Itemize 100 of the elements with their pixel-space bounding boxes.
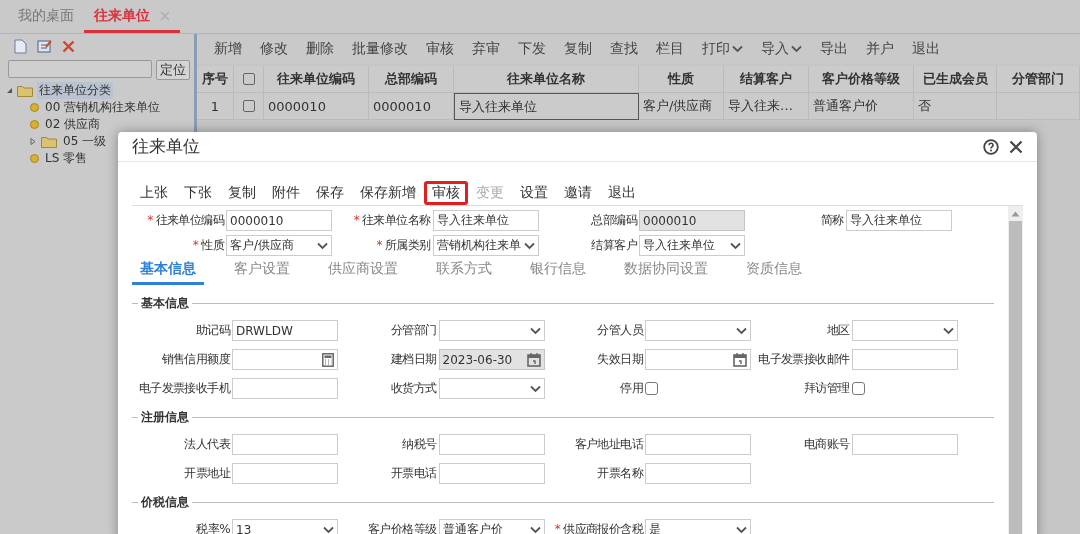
dropdown-field[interactable]: 导入往来单位 (639, 235, 745, 256)
toolbar-button[interactable]: 审核 (417, 40, 463, 58)
expanded-arrow-icon[interactable] (6, 87, 13, 94)
toolbar-button[interactable]: 栏目 (647, 40, 693, 58)
dropdown-field[interactable] (851, 320, 958, 341)
tab[interactable]: 资质信息 (738, 260, 810, 285)
toolbar-button[interactable]: 导出 (811, 40, 857, 58)
input-field[interactable] (232, 378, 338, 399)
tree-item[interactable]: 往来单位分类 (37, 82, 113, 99)
new-document-icon[interactable] (14, 38, 27, 54)
field-label: 往来单位名称 (362, 213, 431, 227)
chevron-down-icon (791, 45, 802, 53)
toolbar-button[interactable]: 保存新增 (352, 180, 424, 205)
date-field[interactable]: 2023-06-30 (438, 349, 545, 370)
edit-icon[interactable] (37, 39, 52, 53)
calendar-icon[interactable] (526, 352, 541, 367)
search-field[interactable] (8, 60, 152, 78)
field-label: 建档日期 (390, 352, 437, 366)
locate-button[interactable]: 定位 (156, 60, 190, 80)
tab[interactable]: 数据协同设置 (616, 260, 716, 285)
dropdown-field[interactable]: 普通客户价 (438, 519, 545, 534)
chevron-down-icon (529, 384, 541, 393)
dropdown-field[interactable]: 客户/供应商 (226, 235, 332, 256)
toolbar-button[interactable]: 弃审 (463, 40, 509, 58)
collapsed-arrow-icon[interactable] (30, 138, 37, 145)
chevron-down-icon (736, 326, 747, 335)
dropdown-field[interactable] (438, 378, 545, 399)
tab[interactable]: 银行信息 (522, 260, 594, 285)
input-field[interactable] (232, 463, 338, 484)
calendar-icon[interactable] (733, 352, 747, 367)
checkbox[interactable] (242, 73, 255, 85)
help-icon[interactable] (983, 138, 999, 155)
tree-item[interactable]: 00 营销机构往来单位 (43, 99, 163, 116)
input-field[interactable] (851, 349, 958, 370)
required-mark: * (376, 238, 382, 252)
dot-icon (30, 103, 39, 112)
input-field[interactable] (645, 463, 751, 484)
toolbar-button[interactable]: 下张 (176, 180, 220, 205)
close-icon[interactable] (1009, 139, 1023, 154)
toolbar-button[interactable]: 复制 (555, 40, 601, 58)
date-field[interactable] (645, 349, 751, 370)
input-field[interactable] (438, 434, 545, 455)
dropdown-field[interactable]: 营销机构往来单 (432, 235, 539, 256)
column-header: 分管部门 (997, 66, 1080, 93)
input-field[interactable]: 0000010 (639, 210, 745, 231)
column-header: 总部编码 (369, 66, 454, 93)
field-label: 开票电话 (390, 466, 437, 480)
checkbox[interactable] (645, 382, 658, 395)
number-field[interactable] (232, 349, 338, 370)
toolbar-button[interactable]: 批量修改 (343, 40, 417, 58)
toolbar-button[interactable]: 导入 (752, 40, 811, 58)
toolbar-button[interactable]: 退出 (903, 40, 949, 58)
chevron-down-icon (529, 525, 541, 534)
toolbar-button[interactable]: 邀请 (556, 180, 600, 205)
toolbar-button[interactable]: 打印 (693, 40, 752, 58)
toolbar-button[interactable]: 附件 (264, 180, 308, 205)
checkbox[interactable] (851, 382, 865, 395)
field-label: 结算客户 (591, 238, 637, 252)
dropdown-field[interactable]: 13 (232, 519, 338, 534)
input-field[interactable]: 导入往来单位 (432, 210, 539, 231)
toolbar-button[interactable]: 退出 (600, 180, 644, 205)
tree-item[interactable]: 05 一级 (61, 133, 109, 150)
delete-icon[interactable] (62, 39, 75, 53)
tab[interactable]: 供应商设置 (320, 260, 406, 285)
toolbar-button[interactable]: 保存 (308, 180, 352, 205)
toolbar-button[interactable]: 复制 (220, 180, 264, 205)
toolbar-button[interactable]: 修改 (251, 40, 297, 58)
toolbar-button[interactable]: 新增 (205, 40, 251, 58)
toolbar-button[interactable]: 上张 (132, 180, 176, 205)
toolbar-button[interactable]: 下发 (509, 40, 555, 58)
checkbox[interactable] (242, 100, 255, 112)
calculator-icon[interactable] (322, 352, 334, 367)
section-title: 基本信息 (141, 295, 189, 312)
scrollbar[interactable] (1008, 206, 1023, 534)
toolbar-button[interactable]: 删除 (297, 40, 343, 58)
folder-icon (17, 84, 33, 97)
scroll-up-icon[interactable] (1011, 211, 1020, 217)
tree-item[interactable]: LS 零售 (43, 150, 90, 167)
folder-icon (41, 135, 57, 148)
required-mark: * (554, 522, 561, 534)
tree-item[interactable]: 02 供应商 (43, 116, 103, 133)
input-field[interactable] (645, 434, 751, 455)
input-field[interactable] (851, 434, 958, 455)
tab[interactable]: 基本信息 (132, 260, 204, 285)
input-field[interactable]: 0000010 (226, 210, 332, 231)
field-label: 收货方式 (390, 381, 437, 395)
table-cell: 导入往来… (724, 93, 809, 120)
toolbar-button[interactable]: 并户 (857, 40, 903, 58)
tab[interactable]: 客户设置 (226, 260, 298, 285)
toolbar-button[interactable]: 审核 (424, 180, 468, 205)
input-field[interactable] (232, 434, 338, 455)
dropdown-field[interactable] (645, 320, 751, 341)
toolbar-button[interactable]: 查找 (601, 40, 647, 58)
field-label: 客户地址电话 (574, 437, 643, 451)
toolbar-button[interactable]: 设置 (512, 180, 556, 205)
input-field[interactable] (438, 463, 545, 484)
dropdown-field[interactable] (438, 320, 545, 341)
input-field[interactable]: 导入往来单位 (845, 210, 952, 231)
input-field[interactable]: DRWLDW (232, 320, 338, 341)
tab[interactable]: 联系方式 (428, 260, 500, 285)
